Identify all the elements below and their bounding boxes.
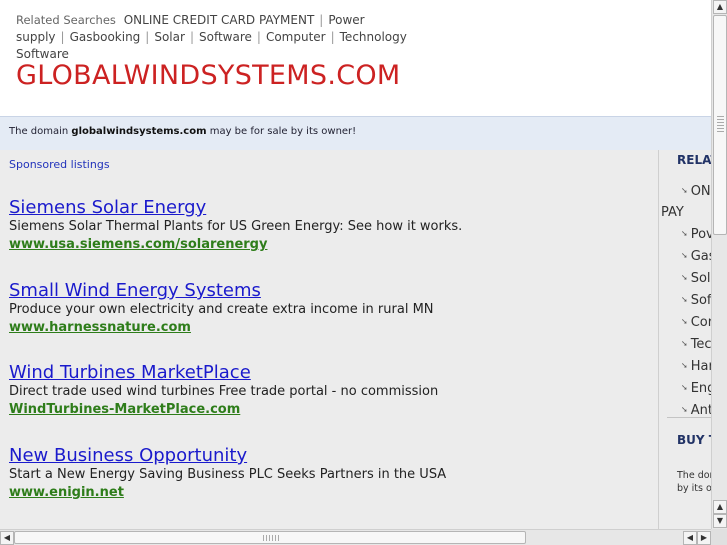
arrow-bullet-icon: ➘ <box>681 361 688 370</box>
listing-url-link[interactable]: www.harnessnature.com <box>9 319 649 336</box>
sidebar-item[interactable]: ➘ Tec <box>681 333 711 355</box>
listing-url-link[interactable]: WindTurbines-MarketPlace.com <box>9 401 649 418</box>
buy-domain-heading: BUY T <box>677 433 711 447</box>
listing: Wind Turbines MarketPlace Direct trade u… <box>9 363 649 418</box>
sidebar-item-continuation[interactable]: PAY <box>661 202 711 223</box>
domain-sale-notice: The domain globalwindsystems.com may be … <box>0 116 711 150</box>
arrow-bullet-icon: ➘ <box>681 317 688 326</box>
sidebar-item[interactable]: ➘Har <box>681 355 711 377</box>
sidebar-item-label: Tec <box>690 337 711 352</box>
sponsored-listings-panel: Sponsored listings Siemens Solar Energy … <box>0 150 658 529</box>
listing-description: Siemens Solar Thermal Plants for US Gree… <box>9 219 463 234</box>
sidebar-item[interactable]: ➘ Cor <box>681 311 711 333</box>
horizontal-scrollbar[interactable]: ◀ ◀ ▶ <box>0 529 711 545</box>
sidebar-divider <box>667 417 711 418</box>
sidebar-item[interactable]: ➘ Sof <box>681 289 711 311</box>
related-link-technology[interactable]: Technology <box>340 30 407 44</box>
sidebar-item-label: Har <box>690 359 711 374</box>
related-link-solar[interactable]: Solar <box>154 30 185 44</box>
grip-icon <box>263 535 279 541</box>
scroll-up-arrow-icon[interactable]: ▲ <box>713 0 727 14</box>
sidebar-item[interactable]: ➘ Sol <box>681 267 711 289</box>
sidebar-heading: RELAT <box>677 153 711 167</box>
separator: | <box>319 13 324 27</box>
related-link-gasbooking[interactable]: Gasbooking <box>70 30 141 44</box>
listing: Siemens Solar Energy Siemens Solar Therm… <box>9 198 649 253</box>
buy-domain-text-line: The dom <box>677 470 711 481</box>
listing-description: Start a New Energy Saving Business PLC S… <box>9 467 447 482</box>
listing-description: Direct trade used wind turbines Free tra… <box>9 384 439 399</box>
arrow-bullet-icon: ➘ <box>681 383 688 392</box>
listing-title-link[interactable]: Siemens Solar Energy <box>9 198 649 218</box>
separator: | <box>189 30 194 44</box>
sidebar-item-label: PAY <box>661 205 684 220</box>
separator: | <box>145 30 150 44</box>
vertical-scroll-thumb[interactable] <box>713 15 727 235</box>
arrow-bullet-icon: ➘ <box>681 339 688 348</box>
listing-url-link[interactable]: www.enigin.net <box>9 484 649 501</box>
sidebar-item-label: Cor <box>690 315 711 330</box>
sidebar-item-label: ON <box>690 184 711 199</box>
separator: | <box>330 30 335 44</box>
related-link-software[interactable]: Software <box>199 30 252 44</box>
buy-domain-text: The dom by its ov <box>677 469 711 495</box>
sidebar-item-label: Gas <box>690 249 711 264</box>
sidebar-item-label: Eng <box>690 381 711 396</box>
listing-title-link[interactable]: Wind Turbines MarketPlace <box>9 363 649 383</box>
sidebar-item-label: Sol <box>690 271 711 286</box>
arrow-bullet-icon: ➘ <box>681 251 688 260</box>
horizontal-scroll-thumb[interactable] <box>14 531 526 544</box>
arrow-bullet-icon: ➘ <box>681 186 688 195</box>
grip-icon <box>717 116 724 132</box>
sidebar-item-label: Ant <box>690 403 711 418</box>
related-searches-sidebar: RELAT ➘ON PAY ➘Pov ➘Gas ➘Sol ➘Sof ➘Cor ➘… <box>658 150 711 529</box>
listing: Small Wind Energy Systems Produce your o… <box>9 281 649 336</box>
listing-title-link[interactable]: Small Wind Energy Systems <box>9 281 649 301</box>
sidebar-item[interactable]: ➘Pov <box>681 223 711 245</box>
notice-suffix: may be for sale by its owner! <box>209 126 357 137</box>
sidebar-item[interactable]: ➘Eng <box>681 377 711 399</box>
scroll-up-arrow-icon[interactable]: ▲ <box>713 500 727 514</box>
scroll-down-arrow-icon[interactable]: ▼ <box>713 514 727 528</box>
buy-domain-text-line: by its ov <box>677 483 711 494</box>
listing: New Business Opportunity Start a New Ene… <box>9 446 649 501</box>
scrollbar-corner <box>711 529 727 545</box>
vertical-scrollbar[interactable]: ▲ ▲ ▼ <box>711 0 727 529</box>
notice-domain: globalwindsystems.com <box>71 126 207 137</box>
sponsored-listings-link[interactable]: Sponsored listings <box>9 158 110 171</box>
listing-description: Produce your own electricity and create … <box>9 302 434 317</box>
related-searches-bar: Related Searches ONLINE CREDIT CARD PAYM… <box>16 12 711 63</box>
scroll-right-arrow-icon[interactable]: ▶ <box>697 531 711 545</box>
sidebar-list: ➘ON PAY ➘Pov ➘Gas ➘Sol ➘Sof ➘Cor ➘Tec ➘H… <box>661 180 711 421</box>
arrow-bullet-icon: ➘ <box>681 405 688 414</box>
page-viewport: Related Searches ONLINE CREDIT CARD PAYM… <box>0 0 711 529</box>
separator: | <box>256 30 261 44</box>
sidebar-item[interactable]: ➘Gas <box>681 245 711 267</box>
listing-url-link[interactable]: www.usa.siemens.com/solarenergy <box>9 236 649 253</box>
scroll-left-arrow-icon[interactable]: ◀ <box>683 531 697 545</box>
related-searches-label: Related Searches <box>16 13 116 27</box>
sidebar-item-label: Sof <box>690 293 711 308</box>
related-link-software-2[interactable]: Software <box>16 47 69 61</box>
arrow-bullet-icon: ➘ <box>681 295 688 304</box>
scroll-left-arrow-icon[interactable]: ◀ <box>0 531 14 545</box>
listing-title-link[interactable]: New Business Opportunity <box>9 446 649 466</box>
separator: | <box>60 30 65 44</box>
related-link-credit-card[interactable]: ONLINE CREDIT CARD PAYMENT <box>124 13 315 27</box>
related-link-computer[interactable]: Computer <box>266 30 326 44</box>
notice-prefix: The domain <box>9 126 69 137</box>
arrow-bullet-icon: ➘ <box>681 229 688 238</box>
arrow-bullet-icon: ➘ <box>681 273 688 282</box>
sidebar-item-label: Pov <box>690 227 711 242</box>
sidebar-item[interactable]: ➘ ON <box>681 180 711 202</box>
site-title: GLOBALWINDSYSTEMS.COM <box>16 60 401 91</box>
